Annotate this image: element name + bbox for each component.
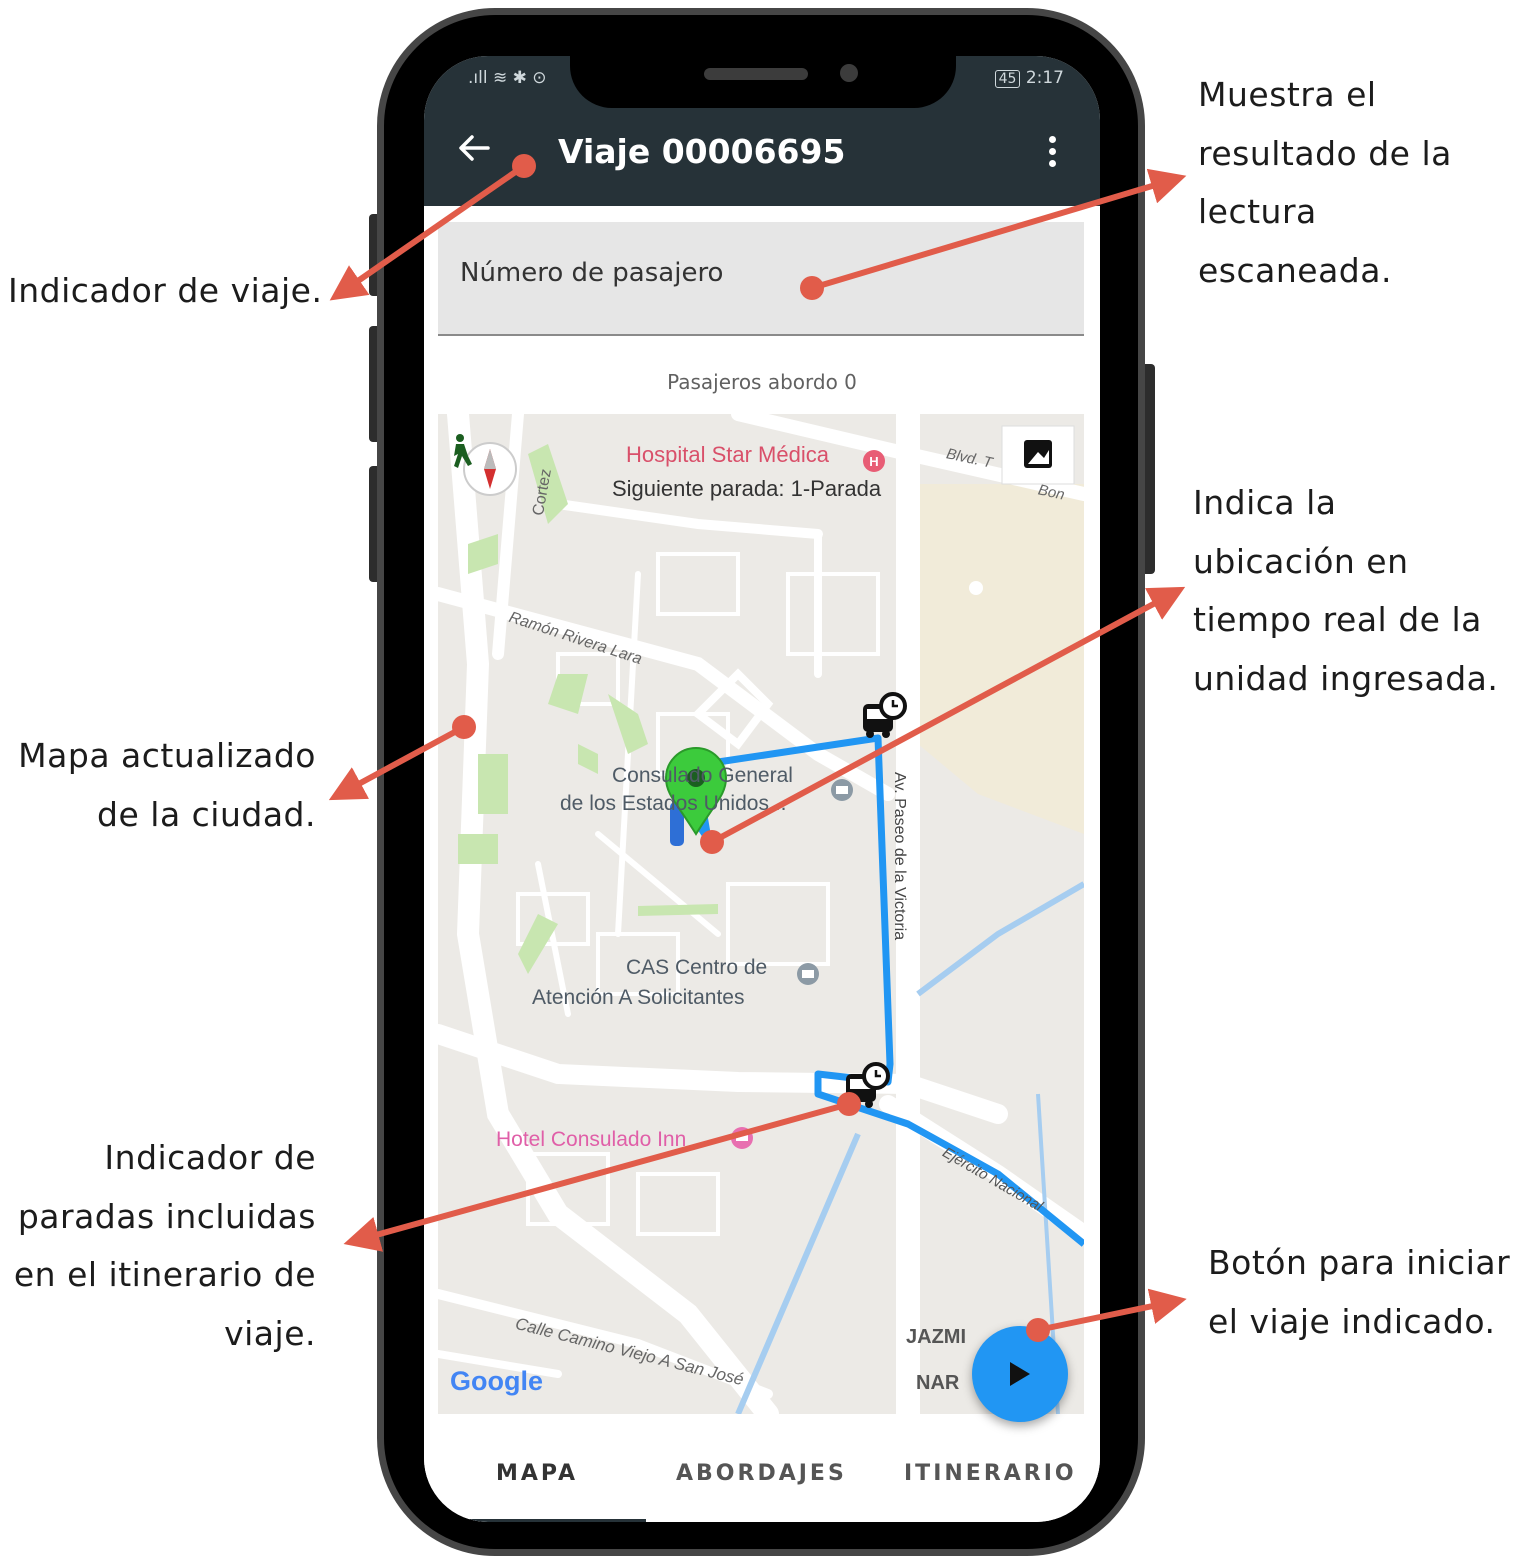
city-map[interactable]: H Hospital Star Médica Siguiente parada:… — [438, 414, 1084, 1414]
map-canvas: H — [438, 414, 1084, 1414]
river — [916, 881, 1084, 997]
map-label-av-paseo: Av. Paseo de la Victoria — [891, 772, 908, 941]
annotation-paradas: Indicador de paradas incluidas en el iti… — [13, 1138, 316, 1353]
annotation-mapa: Mapa actualizado de la ciudad. — [18, 736, 316, 834]
park-marker — [969, 581, 983, 595]
green-area — [458, 834, 498, 864]
bottom-tabs: MAPA ABORDAJES ITINERARIO — [424, 1441, 1100, 1522]
battery-indicator: 45 — [994, 70, 1021, 88]
play-icon — [1010, 1362, 1030, 1386]
phone-notch — [570, 56, 956, 108]
compass-icon — [463, 442, 517, 496]
google-logo: Google — [450, 1366, 543, 1396]
consulate-icon — [831, 779, 853, 801]
start-trip-button[interactable] — [972, 1326, 1068, 1422]
map-label-consulado-2: de los Estados Unidos... — [560, 792, 787, 815]
road — [553, 499, 823, 539]
annotation-boton: Botón para iniciar el viaje indicado. — [1208, 1243, 1511, 1341]
status-icons: .ıll ≋ ✱ ⊙ — [468, 68, 547, 88]
status-time: 2:17 — [1025, 68, 1064, 88]
building — [636, 1172, 720, 1236]
hotel-icon — [731, 1127, 753, 1149]
green-area — [548, 674, 588, 714]
river — [735, 1132, 861, 1414]
tab-mapa[interactable]: MAPA — [496, 1461, 578, 1486]
annotation-ubicacion: Indica la ubicación en tiempo real de la… — [1193, 483, 1499, 698]
svg-text:H: H — [869, 454, 878, 469]
map-label-cas-2: Atención A Solicitantes — [532, 986, 745, 1009]
passenger-number-placeholder: Número de pasajero — [460, 258, 724, 288]
map-label-hospital: Hospital Star Médica — [626, 442, 829, 467]
annotation-muestra: Muestra el resultado de la lectura escan… — [1198, 75, 1452, 290]
map-label-jazmi: JAZMI — [906, 1326, 966, 1348]
map-label-nar: NAR — [916, 1372, 960, 1394]
phone-screen: .ıll ≋ ✱ ⊙ 45 2:17 Viaje 00006695 Número… — [424, 56, 1100, 1522]
map-layers-button — [1001, 425, 1075, 485]
park-area — [908, 484, 1084, 834]
arrow-left-icon[interactable] — [454, 128, 494, 168]
building — [726, 882, 830, 966]
passenger-number-field[interactable]: Número de pasajero — [438, 222, 1084, 336]
tab-indicator — [436, 1519, 646, 1522]
green-area — [578, 744, 598, 774]
building — [786, 572, 880, 656]
cas-icon — [797, 963, 819, 985]
status-right: 45 2:17 — [994, 68, 1064, 88]
more-vertical-icon[interactable] — [1042, 136, 1062, 172]
map-label-consulado-1: Consulado General — [612, 764, 793, 787]
map-label-cas-1: CAS Centro de — [626, 956, 768, 979]
hospital-icon: H — [863, 450, 885, 472]
speaker-grille — [704, 68, 808, 80]
tab-abordajes[interactable]: ABORDAJES — [676, 1461, 847, 1486]
green-area — [478, 754, 508, 814]
map-label-hotel: Hotel Consulado Inn — [496, 1128, 687, 1151]
annotation-indicador-viaje: Indicador de viaje. — [8, 271, 323, 310]
trip-title: Viaje 00006695 — [558, 132, 846, 171]
next-stop-label: Siguiente parada: 1-Parada — [612, 476, 882, 502]
tab-itinerario[interactable]: ITINERARIO — [904, 1461, 1077, 1486]
front-camera — [840, 64, 858, 82]
building — [656, 552, 740, 616]
green-area — [638, 904, 718, 916]
passengers-aboard-count: Pasajeros abordo 0 — [667, 370, 857, 394]
